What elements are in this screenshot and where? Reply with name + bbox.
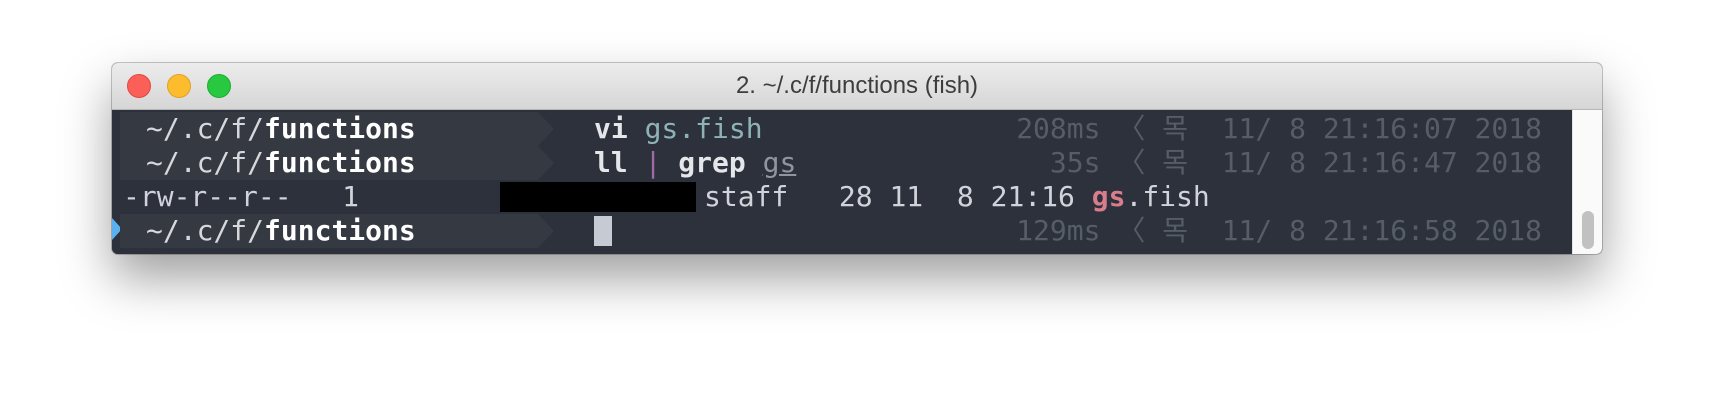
output-line: -rw-r--r-- 1 staff 28 11 8 21:16 gs.fish [112, 180, 1572, 214]
redacted-owner [500, 182, 696, 212]
left-angle-icon: 〈 [1117, 146, 1146, 179]
scrollbar[interactable] [1572, 110, 1602, 254]
window-title: 2. ~/.c/f/functions (fish) [735, 72, 979, 99]
path-prefix: ~/.c/f/ [146, 214, 265, 247]
filename-rest: .fish [1125, 180, 1210, 213]
duration: 35s [1049, 146, 1101, 179]
terminal-content[interactable]: ~/.c/f/functions vi gs.fish 208ms 〈 목 11… [112, 110, 1572, 254]
path-dir: functions [264, 214, 416, 247]
right-prompt: 208ms 〈 목 11/ 8 21:16:07 2018 [1016, 112, 1542, 146]
path-dir: functions [264, 146, 416, 179]
prompt-line: ~/.c/f/functions vi gs.fish 208ms 〈 목 11… [112, 112, 1572, 146]
size-date: 28 11 8 21:16 [838, 180, 1075, 213]
link-count: 1 [342, 180, 360, 213]
command-arg: gs [762, 146, 797, 179]
title-bar[interactable]: 2. ~/.c/f/functions (fish) [112, 63, 1602, 110]
timestamp: 목 11/ 8 21:16:58 2018 [1162, 214, 1542, 247]
path-prefix: ~/.c/f/ [146, 112, 265, 145]
duration: 208ms [1016, 112, 1101, 145]
prompt-path-segment: ~/.c/f/functions [120, 146, 554, 180]
right-prompt: 35s 〈 목 11/ 8 21:16:47 2018 [1050, 146, 1542, 180]
left-angle-icon: 〈 [1117, 112, 1146, 145]
command-arg: gs.fish [644, 112, 763, 145]
command: grep [678, 146, 746, 179]
prompt-line: ~/.c/f/functions ll | grep gs 35s 〈 목 11… [112, 146, 1572, 180]
grep-match: gs [1091, 180, 1126, 213]
duration: 129ms [1016, 214, 1101, 247]
right-prompt: 129ms 〈 목 11/ 8 21:16:58 2018 [1016, 214, 1542, 248]
terminal-window: 2. ~/.c/f/functions (fish) ~/.c/f/functi… [112, 63, 1602, 254]
prompt-path-segment: ~/.c/f/functions [120, 214, 554, 248]
timestamp: 목 11/ 8 21:16:07 2018 [1162, 112, 1542, 145]
command: vi [594, 112, 628, 145]
command: ll [594, 146, 628, 179]
scrollbar-thumb[interactable] [1582, 211, 1594, 249]
prompt-line-active: ~/.c/f/functions 129ms 〈 목 11/ 8 21:16:5… [112, 214, 1572, 248]
path-dir: functions [264, 112, 416, 145]
pipe-symbol: | [644, 146, 662, 179]
permissions: -rw-r--r-- [123, 180, 292, 213]
left-angle-icon: 〈 [1117, 214, 1146, 247]
path-prefix: ~/.c/f/ [146, 146, 265, 179]
group: staff [704, 180, 789, 213]
text-cursor[interactable] [594, 216, 612, 246]
timestamp: 목 11/ 8 21:16:47 2018 [1162, 146, 1542, 179]
prompt-path-segment: ~/.c/f/functions [120, 112, 554, 146]
